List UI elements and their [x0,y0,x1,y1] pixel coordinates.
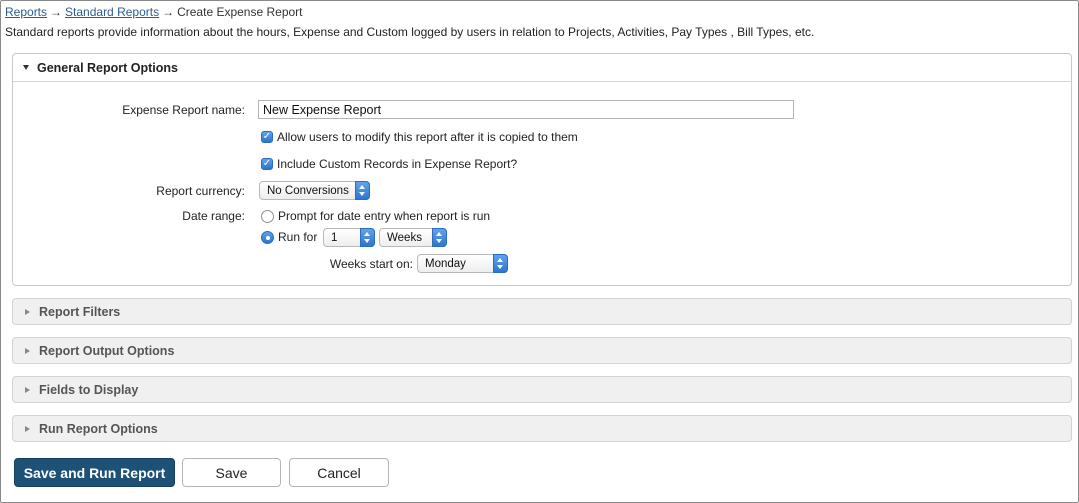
run-for-count-value: 1 [331,231,338,244]
run-for-radio[interactable] [261,230,274,244]
select-stepper-icon [360,228,375,247]
weeks-start-label: Weeks start on: [329,257,413,271]
currency-value: No Conversions [267,184,349,197]
save-button[interactable]: Save [182,458,281,487]
caret-down-icon [23,65,29,70]
breadcrumb-current: Create Expense Report [177,5,303,19]
report-output-options-section[interactable]: Report Output Options [12,337,1072,364]
run-report-options-section[interactable]: Run Report Options [12,415,1072,442]
section-title: Fields to Display [39,382,139,397]
caret-right-icon [25,308,30,315]
page-description: Standard reports provide information abo… [5,25,815,39]
run-for-row: Run for [261,230,317,244]
section-title: General Report Options [37,60,178,75]
section-title: Run Report Options [39,421,158,436]
allow-modify-checkbox[interactable]: ✓ [261,131,273,143]
currency-select[interactable]: No Conversions [259,181,370,200]
caret-right-icon [25,386,30,393]
allow-modify-row: ✓ Allow users to modify this report afte… [261,130,578,144]
include-custom-row: ✓ Include Custom Records in Expense Repo… [261,157,517,171]
section-title: Report Output Options [39,343,175,358]
cancel-button[interactable]: Cancel [289,458,389,487]
breadcrumb: Reports → Standard Reports → Create Expense … [5,5,303,19]
select-stepper-icon [355,181,370,200]
run-for-unit-select[interactable]: Weeks [379,228,447,247]
report-name-input[interactable] [258,100,794,119]
prompt-date-label: Prompt for date entry when report is run [278,209,491,223]
weeks-start-value: Monday [425,257,466,270]
select-stepper-icon [493,254,508,273]
caret-right-icon [25,347,30,354]
report-filters-section[interactable]: Report Filters [12,298,1072,325]
currency-label: Report currency: [156,184,245,198]
fields-to-display-section[interactable]: Fields to Display [12,376,1072,403]
general-report-options-header[interactable]: General Report Options [13,54,1071,82]
run-for-unit-value: Weeks [387,231,422,244]
prompt-date-row: Prompt for date entry when report is run [261,209,490,223]
breadcrumb-link-standard-reports[interactable]: Standard Reports [65,5,159,19]
breadcrumb-link-reports[interactable]: Reports [5,5,47,19]
breadcrumb-separator: → [162,5,175,19]
run-for-label: Run for [278,230,318,244]
select-stepper-icon [432,228,447,247]
include-custom-label: Include Custom Records in Expense Report… [277,157,518,171]
include-custom-checkbox[interactable]: ✓ [261,158,273,170]
allow-modify-label: Allow users to modify this report after … [277,130,578,144]
save-and-run-button[interactable]: Save and Run Report [14,458,175,487]
weeks-start-select[interactable]: Monday [417,254,508,273]
caret-right-icon [25,425,30,432]
report-name-label: Expense Report name: [122,103,245,117]
section-title: Report Filters [39,304,121,319]
general-report-options-panel: General Report Options [12,53,1072,286]
run-for-count-select[interactable]: 1 [323,228,375,247]
breadcrumb-separator: → [50,5,63,19]
prompt-date-radio[interactable] [261,209,274,223]
date-range-label: Date range: [182,209,245,223]
